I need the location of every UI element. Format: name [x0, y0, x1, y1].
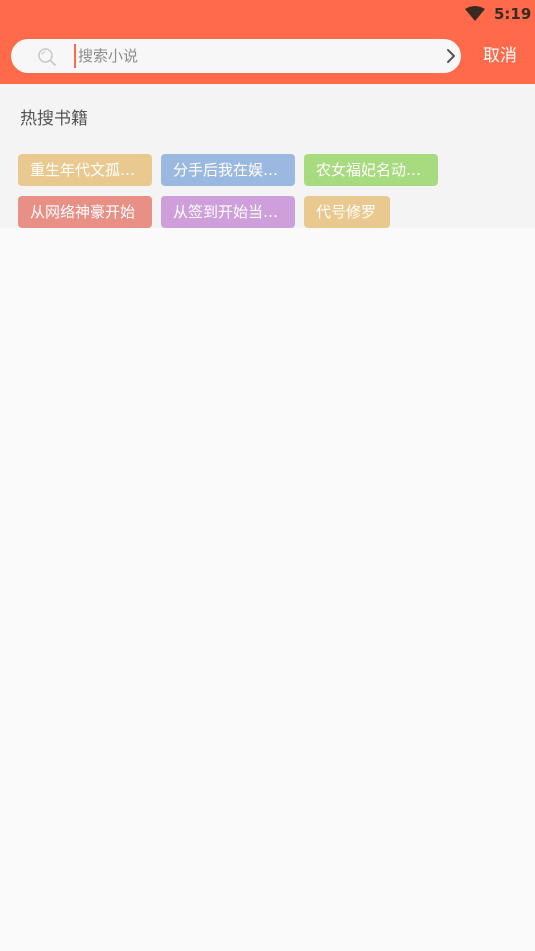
- cancel-button[interactable]: 取消: [483, 45, 517, 67]
- chevron-right-icon[interactable]: [443, 48, 459, 64]
- hot-tag-3[interactable]: 农女福妃名动…: [304, 154, 438, 186]
- hot-tag-2[interactable]: 分手后我在娱…: [161, 154, 295, 186]
- wifi-icon: [465, 6, 485, 21]
- hot-search-panel: 热搜书籍 重生年代文孤… 分手后我在娱… 农女福妃名动… 从网络神豪开始 从签到…: [0, 84, 535, 228]
- hot-tag-6[interactable]: 代号修罗: [304, 196, 390, 228]
- search-icon: [38, 48, 56, 66]
- hot-tag-1[interactable]: 重生年代文孤…: [18, 154, 152, 186]
- search-box[interactable]: [11, 39, 461, 73]
- status-bar: 5:19: [0, 0, 535, 28]
- status-time: 5:19: [494, 5, 532, 23]
- header-bar: 5:19 取消: [0, 0, 535, 84]
- hot-tag-5[interactable]: 从签到开始当…: [161, 196, 295, 228]
- hot-tag-4[interactable]: 从网络神豪开始: [18, 196, 152, 228]
- search-input[interactable]: [74, 44, 418, 68]
- hot-search-title: 热搜书籍: [20, 109, 88, 129]
